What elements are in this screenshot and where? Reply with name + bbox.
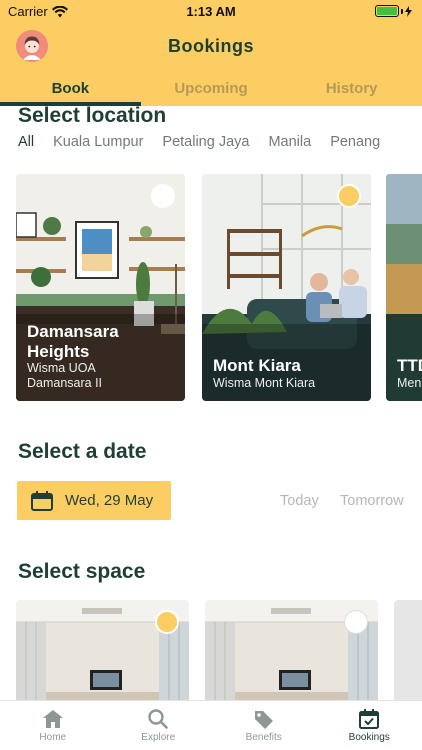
tabbar-home[interactable]: Home: [0, 701, 106, 750]
location-name: Mont Kiara: [213, 356, 301, 375]
page-title: Bookings: [167, 36, 254, 56]
calendar-check-icon: [359, 709, 380, 729]
selected-date: Wed, 29 May: [65, 492, 154, 509]
space-card[interactable]: [394, 600, 422, 700]
tabbar-bookings-label: Bookings: [348, 732, 390, 743]
select-radio[interactable]: [151, 184, 175, 208]
tabbar-explore[interactable]: Explore: [106, 701, 212, 750]
booking-tabs: Book Upcoming History: [0, 72, 422, 106]
tabbar-benefits-label: Benefits: [245, 732, 282, 743]
tab-upcoming[interactable]: Upcoming: [141, 72, 282, 106]
select-location-heading: Select location: [18, 104, 167, 127]
tabbar-bookings[interactable]: Bookings: [317, 701, 422, 750]
charging-bolt-icon: [405, 5, 412, 17]
tabbar-home-label: Home: [39, 732, 67, 743]
home-icon: [42, 710, 63, 728]
select-space-heading: Select space: [18, 560, 146, 583]
tab-history[interactable]: History: [281, 72, 422, 106]
calendar-icon: [31, 490, 53, 511]
location-address: Men: [397, 376, 422, 390]
select-radio[interactable]: [155, 610, 179, 634]
date-option-tomorrow[interactable]: Tomorrow: [340, 493, 404, 509]
status-time: 1:13 AM: [186, 4, 236, 19]
bottom-tab-bar: Home Explore Benefits Bookings: [0, 700, 422, 750]
filter-penang[interactable]: Penang: [330, 134, 380, 150]
select-radio[interactable]: [344, 610, 368, 634]
app-header: Bookings Book Upcoming History: [0, 22, 422, 106]
tag-icon: [254, 711, 273, 729]
battery-icon: [375, 5, 412, 17]
space-card[interactable]: [16, 600, 189, 700]
select-radio[interactable]: [337, 184, 361, 208]
space-cards: [16, 600, 422, 700]
filter-petaling-jaya[interactable]: Petaling Jaya: [162, 134, 249, 150]
location-card-damansara-heights[interactable]: Damansara Heights Wisma UOA Damansara II: [16, 174, 185, 401]
location-name: Damansara Heights: [27, 322, 119, 361]
select-date-heading: Select a date: [18, 440, 147, 463]
location-card-ttd[interactable]: TTD Men: [386, 174, 422, 401]
location-address: Wisma Mont Kiara: [213, 376, 316, 390]
location-address: Wisma UOA Damansara II: [27, 361, 103, 390]
tab-book[interactable]: Book: [0, 72, 141, 106]
filter-manila[interactable]: Manila: [268, 134, 311, 150]
status-bar: Carrier 1:13 AM: [0, 0, 422, 22]
filter-all[interactable]: All: [18, 134, 34, 150]
tabbar-explore-label: Explore: [141, 732, 176, 743]
date-option-today[interactable]: Today: [280, 493, 319, 509]
search-icon: [148, 709, 169, 729]
location-filters: All Kuala Lumpur Petaling Jaya Manila Pe…: [18, 134, 380, 150]
date-picker-button[interactable]: Wed, 29 May: [17, 481, 171, 520]
tabbar-benefits[interactable]: Benefits: [211, 701, 317, 750]
location-cards: Damansara Heights Wisma UOA Damansara II: [16, 174, 422, 402]
space-card[interactable]: [205, 600, 378, 700]
location-name: TTD: [397, 356, 422, 375]
filter-kuala-lumpur[interactable]: Kuala Lumpur: [53, 134, 143, 150]
location-card-mont-kiara[interactable]: Mont Kiara Wisma Mont Kiara: [202, 174, 371, 401]
